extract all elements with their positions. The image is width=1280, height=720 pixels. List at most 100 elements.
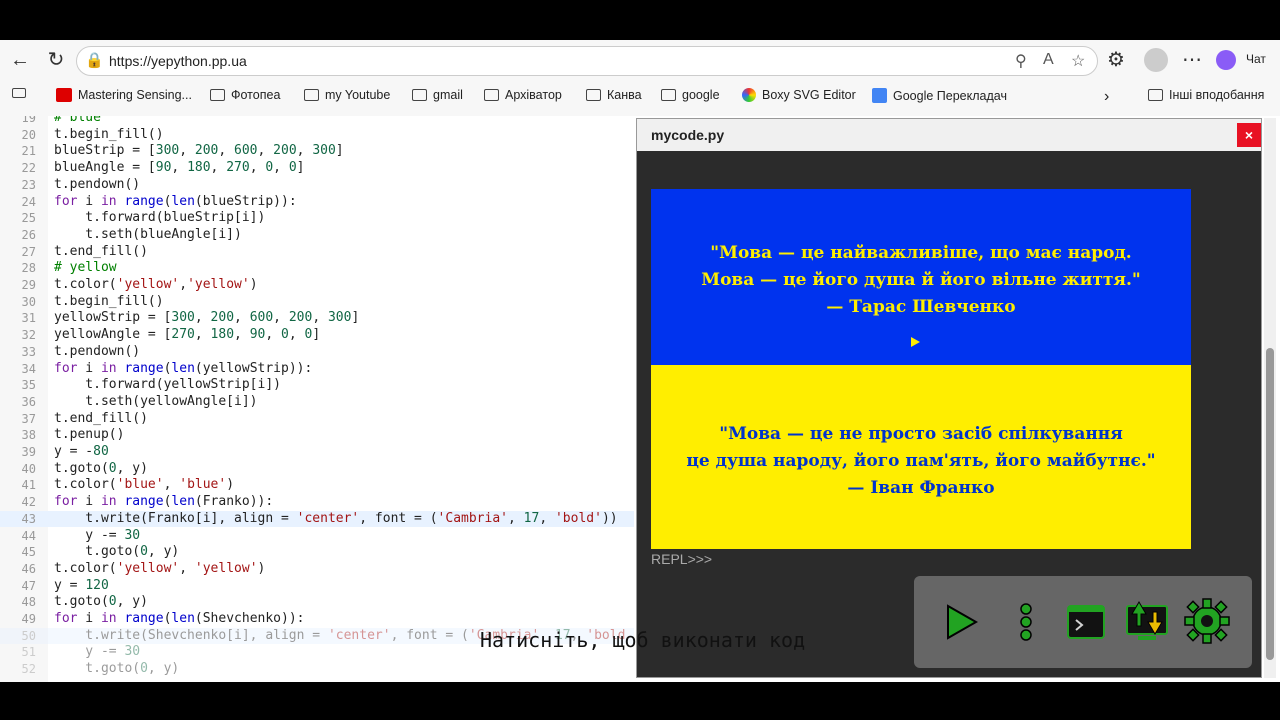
bookmark-google[interactable]: google [661,88,720,102]
bookmark-youtube[interactable]: my Youtube [304,88,390,102]
copilot-icon[interactable] [1216,50,1236,70]
code-line[interactable]: 43 t.write(Franko[i], align = 'center', … [0,510,634,528]
line-number: 21 [21,144,36,159]
code-line[interactable]: 39 y = -80 [0,444,634,461]
upload-download-icon[interactable] [1124,598,1170,644]
shevchenko-author: — Тарас Шевченко [826,297,1016,317]
code-text: t.begin_fill() [54,126,164,142]
bottom-letterbox [0,682,1280,720]
turtle-cursor-icon [911,337,920,347]
gear-icon[interactable] [1184,598,1230,644]
code-line[interactable]: 44 y -= 30 [0,528,634,545]
play-icon[interactable] [942,602,982,642]
bookmark-gmail[interactable]: gmail [412,88,463,102]
line-number: 51 [21,645,36,660]
more-vertical-icon[interactable] [1006,602,1046,642]
address-bar[interactable]: 🔒 https://yepython.pp.ua ⚲ A ☆ [76,46,1098,76]
line-number: 33 [21,344,36,359]
zoom-icon[interactable]: ⚲ [1015,51,1027,71]
folder-icon [304,89,319,101]
code-line[interactable]: 37 t.end_fill() [0,411,634,428]
bookmark-boxy[interactable]: Boxy SVG Editor [742,88,856,102]
line-number: 30 [21,294,36,309]
line-number: 29 [21,278,36,292]
chevron-right-icon[interactable]: › [1104,88,1109,106]
code-line[interactable]: 20 t.begin_fill() [0,127,634,144]
code-text: y -= 30 [54,527,141,543]
code-line[interactable]: 33 t.pendown() [0,344,634,361]
bookmark-mastering[interactable]: Mastering Sensing... [56,88,192,102]
code-text: t.write(Franko[i], align = 'center', fon… [54,510,618,526]
code-line[interactable]: 38 t.penup() [0,427,634,444]
run-toolbar [914,576,1252,668]
avatar[interactable] [1144,48,1168,72]
code-line[interactable]: 31 yellowStrip = [300, 200, 600, 200, 300… [0,310,634,327]
tab-actions-icon[interactable] [12,88,26,98]
panel-title: mycode.py [651,127,725,143]
code-text: for i in range(len(blueStrip)): [54,193,297,209]
line-number: 52 [21,662,36,677]
code-line[interactable]: 52 t.goto(0, y) [0,661,634,678]
scrollbar-thumb[interactable] [1266,348,1274,660]
chat-label[interactable]: Чат [1246,52,1266,66]
code-line[interactable]: 30 t.begin_fill() [0,294,634,311]
code-line[interactable]: 27 t.end_fill() [0,244,634,261]
favorite-icon[interactable]: ☆ [1071,51,1085,71]
more-icon[interactable]: ⋯ [1180,48,1204,72]
code-line[interactable]: 19 # blue [0,116,634,127]
code-line[interactable]: 49 for i in range(len(Shevchenko)): [0,611,634,628]
code-line[interactable]: 36 t.seth(yellowAngle[i]) [0,394,634,411]
code-line[interactable]: 40 t.goto(0, y) [0,461,634,478]
code-line[interactable]: 35 t.forward(yellowStrip[i]) [0,377,634,394]
extensions-icon[interactable]: ⚙ [1104,48,1128,72]
code-line[interactable]: 29 t.color('yellow','yellow') [0,277,634,294]
code-editor[interactable]: 19 # blue 20 t.begin_fill() 21 blueStrip = [3… [0,116,634,682]
line-number: 24 [21,194,36,209]
bookmark-other[interactable]: Інші вподобання [1148,88,1264,102]
terminal-icon[interactable] [1066,602,1106,642]
back-icon[interactable]: ← [8,48,32,72]
gmail-icon [56,88,72,102]
code-line[interactable]: 34 for i in range(len(yellowStrip)): [0,361,634,378]
code-line[interactable]: 23 t.pendown() [0,177,634,194]
code-text: y = -80 [54,444,109,459]
browser-chrome: ← ↻ 🔒 https://yepython.pp.ua ⚲ A ☆ ⚙ ⋯ Ч… [0,40,1280,116]
folder-icon [412,89,427,101]
folder-icon [661,89,676,101]
nav-row: ← ↻ 🔒 https://yepython.pp.ua ⚲ A ☆ ⚙ ⋯ Ч… [0,40,1280,80]
line-number: 43 [21,511,36,526]
code-text: t.goto(0, y) [54,661,180,677]
line-number: 35 [21,378,36,393]
turtle-canvas: "Мова — це найважливіше, що має народ. М… [651,189,1191,549]
code-line[interactable]: 47 y = 120 [0,578,634,595]
repl-prompt[interactable]: REPL>>> [651,551,712,567]
line-number: 19 [21,116,36,125]
code-line[interactable]: 22 blueAngle = [90, 180, 270, 0, 0] [0,160,634,177]
bookmark-canva[interactable]: Канва [586,88,642,102]
bookmark-photopea[interactable]: Фотопеа [210,88,280,102]
code-line[interactable]: 25 t.forward(blueStrip[i]) [0,210,634,227]
code-line[interactable]: 26 t.seth(blueAngle[i]) [0,227,634,244]
code-line[interactable]: 41 t.color('blue', 'blue') [0,477,634,494]
read-aloud-icon[interactable]: A [1043,51,1054,69]
line-number: 34 [21,361,36,376]
code-line[interactable]: 46 t.color('yellow', 'yellow') [0,561,634,578]
code-line[interactable]: 45 t.goto(0, y) [0,544,634,561]
close-button[interactable]: × [1237,123,1261,147]
code-text: t.color('blue', 'blue') [54,477,235,493]
line-number: 50 [21,628,36,643]
code-line[interactable]: 21 blueStrip = [300, 200, 600, 200, 300] [0,143,634,160]
code-line[interactable]: 48 t.goto(0, y) [0,594,634,611]
code-line[interactable]: 24 for i in range(len(blueStrip)): [0,194,634,211]
folder-icon [484,89,499,101]
code-text: t.end_fill() [54,410,148,426]
code-line[interactable]: 42 for i in range(len(Franko)): [0,494,634,511]
code-text: t.forward(blueStrip[i]) [54,210,266,226]
scrollbar[interactable] [1264,118,1276,678]
line-number: 31 [21,311,36,326]
bookmark-archiver[interactable]: Архіватор [484,88,562,102]
code-line[interactable]: 32 yellowAngle = [270, 180, 90, 0, 0] [0,327,634,344]
code-line[interactable]: 28 # yellow [0,260,634,277]
reload-icon[interactable]: ↻ [44,48,68,72]
bookmark-translate[interactable]: Google Перекладач [872,88,1007,103]
